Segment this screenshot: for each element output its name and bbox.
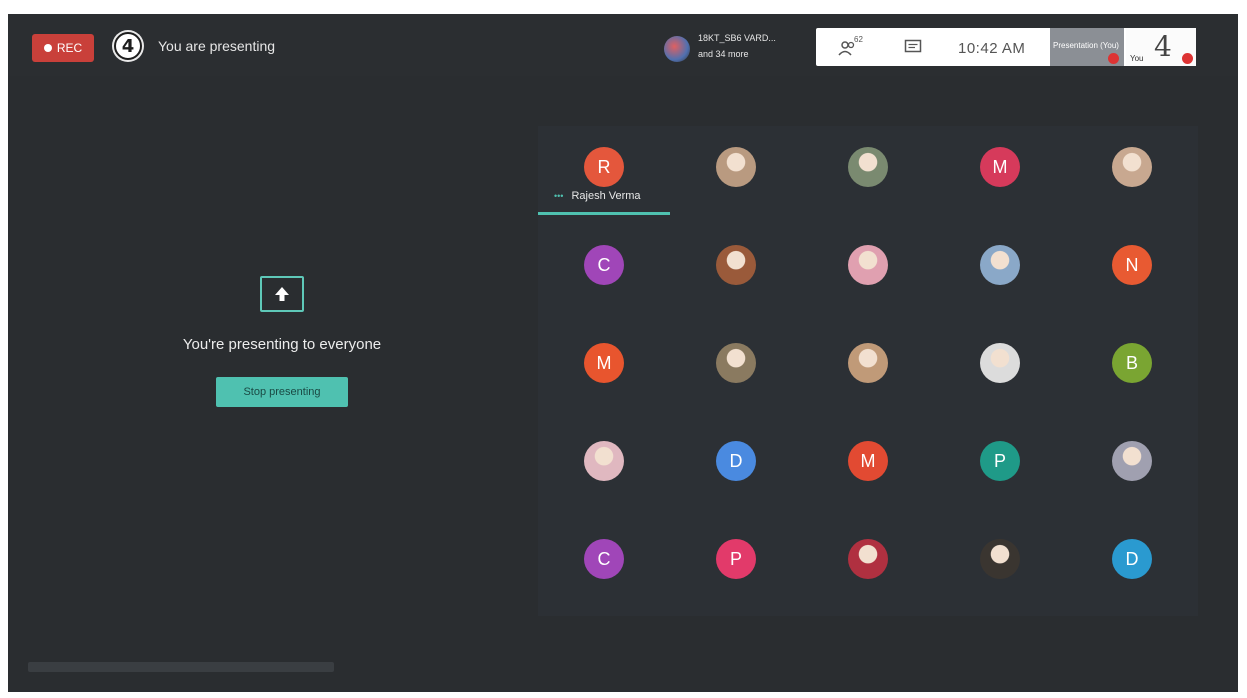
participant-tile[interactable]: D xyxy=(670,420,802,518)
meeting-controls-panel: 62 10:42 AM Presentation (You) You 4 xyxy=(816,28,1196,66)
participant-avatar: P xyxy=(716,539,756,579)
participant-tile[interactable]: N xyxy=(1066,224,1198,322)
mic-off-icon xyxy=(1182,53,1193,64)
participant-tile[interactable]: R ••• Rajesh Verma xyxy=(538,126,670,224)
participant-tile[interactable] xyxy=(802,126,934,224)
clock: 10:42 AM xyxy=(958,40,1026,57)
participant-tile[interactable]: M xyxy=(802,420,934,518)
logo-icon: 4 xyxy=(114,32,142,60)
participant-tile[interactable]: B xyxy=(1066,322,1198,420)
svg-text:4: 4 xyxy=(122,36,135,57)
recording-badge: REC xyxy=(32,34,94,62)
active-speaker-name: Rajesh Verma xyxy=(571,190,641,202)
participant-avatar xyxy=(980,245,1020,285)
participant-avatar: B xyxy=(1112,343,1152,383)
participant-tile[interactable] xyxy=(802,322,934,420)
participant-tile[interactable] xyxy=(538,420,670,518)
participant-tile[interactable] xyxy=(934,224,1066,322)
participant-avatar: M xyxy=(584,343,624,383)
bottom-status-bar xyxy=(28,662,334,672)
participant-tile[interactable]: C xyxy=(538,518,670,616)
participant-tile[interactable] xyxy=(802,518,934,616)
participant-avatar xyxy=(584,441,624,481)
participant-avatar: D xyxy=(716,441,756,481)
active-speaker-underline xyxy=(538,212,670,215)
participant-avatar xyxy=(848,539,888,579)
participant-tile[interactable] xyxy=(670,126,802,224)
meeting-group-name[interactable]: 18KT_SB6 VARD... xyxy=(698,33,776,43)
participant-avatar: N xyxy=(1112,245,1152,285)
participant-tile[interactable] xyxy=(670,224,802,322)
participant-avatar: D xyxy=(1112,539,1152,579)
participant-grid: R ••• Rajesh Verma M C N M B D M P C P D xyxy=(538,126,1198,616)
people-button[interactable]: 62 xyxy=(838,35,863,62)
participant-tile[interactable] xyxy=(1066,126,1198,224)
chat-button[interactable] xyxy=(904,39,922,60)
participant-avatar xyxy=(980,539,1020,579)
active-speaker-label: ••• Rajesh Verma xyxy=(554,190,641,202)
participant-avatar xyxy=(980,343,1020,383)
stop-presenting-button[interactable]: Stop presenting xyxy=(216,377,348,407)
participant-tile[interactable] xyxy=(802,224,934,322)
chat-icon xyxy=(904,39,922,53)
participant-tile[interactable] xyxy=(934,322,1066,420)
participant-avatar xyxy=(716,147,756,187)
participant-avatar xyxy=(848,147,888,187)
participant-tile[interactable] xyxy=(1066,420,1198,518)
participant-tile[interactable] xyxy=(934,518,1066,616)
upload-arrow-icon xyxy=(275,287,289,301)
participant-avatar xyxy=(848,343,888,383)
mic-off-icon xyxy=(1108,53,1119,64)
participant-tile[interactable]: M xyxy=(934,126,1066,224)
participant-avatar: C xyxy=(584,539,624,579)
meeting-group-more[interactable]: and 34 more xyxy=(698,49,749,59)
presenting-message: You're presenting to everyone xyxy=(182,336,382,353)
participant-avatar xyxy=(1112,147,1152,187)
group-avatar[interactable] xyxy=(664,36,690,62)
rec-label: REC xyxy=(56,41,83,55)
self-thumbnail-label: You xyxy=(1130,54,1144,63)
participant-tile[interactable]: M xyxy=(538,322,670,420)
participant-avatar xyxy=(1112,441,1152,481)
presentation-thumbnail[interactable]: Presentation (You) xyxy=(1050,28,1124,66)
participant-avatar: P xyxy=(980,441,1020,481)
meeting-screen: REC 4 You are presenting 18KT_SB6 VARD..… xyxy=(8,14,1238,692)
participant-avatar: M xyxy=(848,441,888,481)
speaking-indicator-icon: ••• xyxy=(554,191,564,201)
participant-avatar: C xyxy=(584,245,624,285)
participant-avatar xyxy=(848,245,888,285)
participant-tile[interactable]: D xyxy=(1066,518,1198,616)
screen-share-icon xyxy=(260,276,304,312)
participant-tile[interactable]: P xyxy=(934,420,1066,518)
participant-avatar xyxy=(716,245,756,285)
self-thumbnail[interactable]: You 4 xyxy=(1126,28,1196,66)
participant-tile[interactable]: P xyxy=(670,518,802,616)
participant-avatar xyxy=(716,343,756,383)
presenting-title: You are presenting xyxy=(158,38,276,54)
participant-tile[interactable]: C xyxy=(538,224,670,322)
participant-avatar: R xyxy=(584,147,624,187)
presentation-thumbnail-label: Presentation (You) xyxy=(1053,41,1119,50)
record-dot-icon xyxy=(43,44,52,52)
top-bar: REC 4 You are presenting 18KT_SB6 VARD..… xyxy=(8,14,1238,76)
people-count: 62 xyxy=(854,35,863,44)
participant-avatar: M xyxy=(980,147,1020,187)
app-logo: 4 xyxy=(112,30,144,62)
self-thumbnail-number: 4 xyxy=(1154,30,1172,63)
participant-tile[interactable] xyxy=(670,322,802,420)
